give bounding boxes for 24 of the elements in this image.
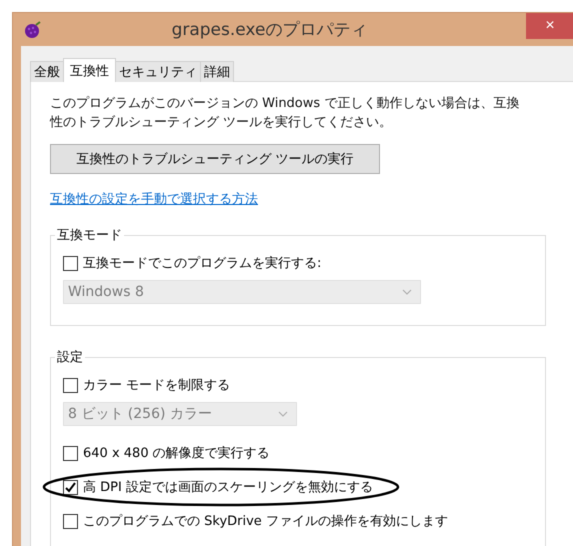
checkbox-label: このプログラムでの SkyDrive ファイルの操作を有効にします (83, 513, 448, 530)
close-button[interactable]: × (526, 13, 573, 39)
tab[interactable]: 全般 (30, 61, 64, 82)
group-title: 互換モード (56, 227, 123, 244)
group-title: 設定 (56, 349, 84, 366)
checkbox-label: 高 DPI 設定では画面のスケーリングを無効にする (83, 479, 373, 496)
checkbox-label: 640 x 480 の解像度で実行する (83, 445, 270, 462)
help-link[interactable]: 互換性の設定を手動で選択する方法 (50, 192, 258, 207)
troubleshoot-button[interactable]: 互換性のトラブルシューティング ツールの実行 (50, 144, 380, 174)
chevron-icon (402, 289, 412, 295)
checkbox[interactable] (63, 446, 78, 460)
window-title: grapes.exeのプロパティ (170, 19, 368, 41)
intro-text: このプログラムがこのバージョンの Windows で正しく動作しない場合は、互換性のトラブルシューティング ツールを実行してください。 (50, 95, 520, 132)
checkbox[interactable] (63, 378, 78, 392)
checkbox-label: カラー モードを制限する (83, 377, 230, 394)
checkbox[interactable] (63, 480, 78, 494)
checkbox[interactable] (63, 256, 78, 270)
checkbox[interactable] (63, 514, 78, 528)
tab[interactable]: 詳細 (200, 61, 234, 82)
tab[interactable]: セキュリティ (115, 61, 201, 82)
chevron-icon (278, 411, 288, 417)
checkbox-label: 互換モードでこのプログラムを実行する: (83, 255, 322, 272)
tab[interactable]: 互換性 (63, 58, 116, 82)
grape-icon (23, 20, 43, 40)
